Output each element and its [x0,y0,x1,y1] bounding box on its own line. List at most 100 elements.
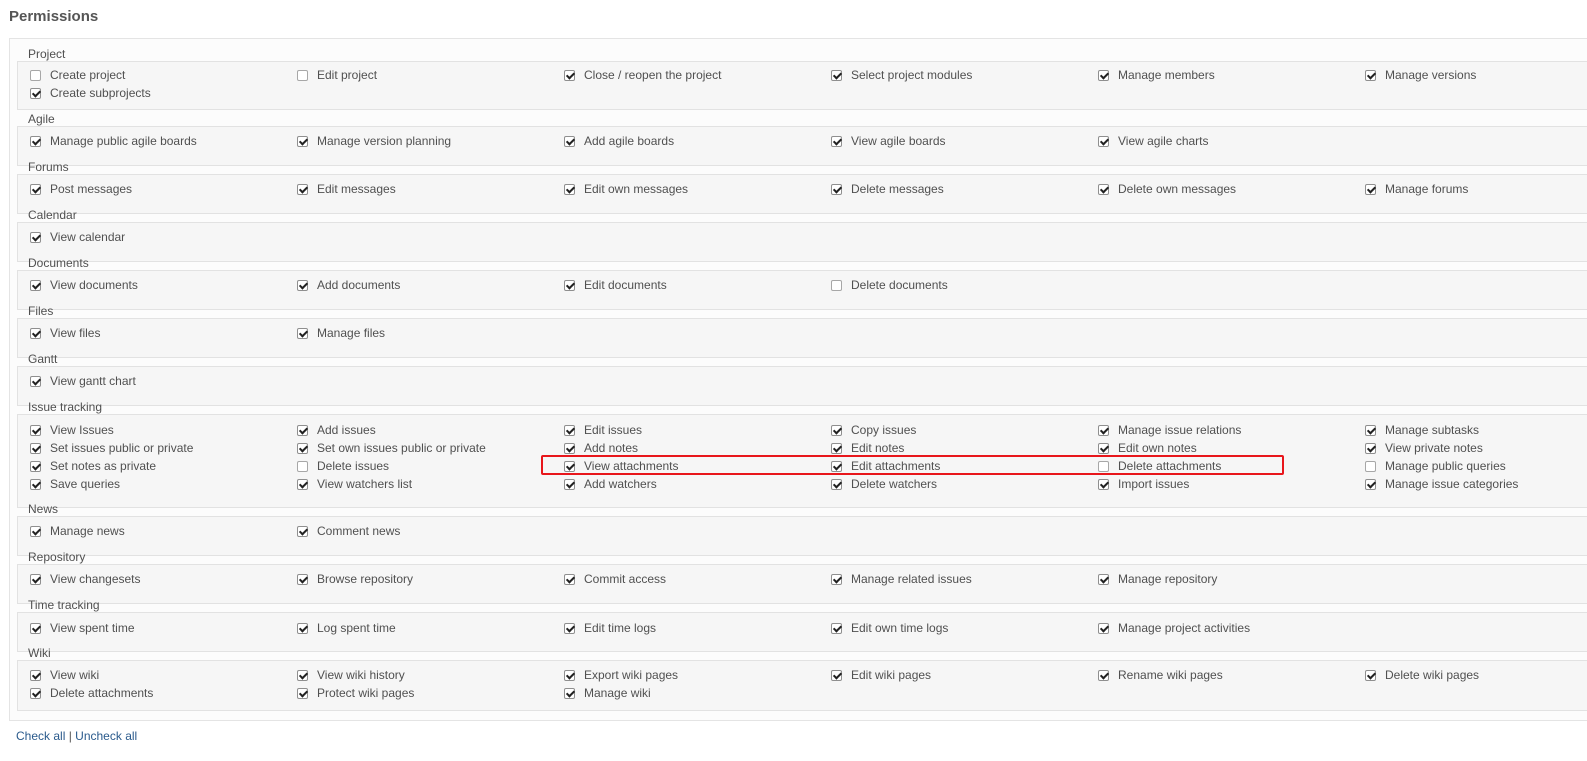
permission-option[interactable]: View documents [30,276,138,294]
permission-option[interactable]: Delete wiki pages [1365,666,1479,684]
checkbox-checked[interactable] [1098,69,1109,81]
permission-option[interactable]: View calendar [30,228,125,246]
permission-option[interactable]: Manage versions [1365,66,1476,84]
permission-option[interactable]: Add documents [297,276,400,294]
checkbox-checked[interactable] [564,669,575,681]
checkbox-checked[interactable] [30,460,41,472]
checkbox-checked[interactable] [831,478,842,490]
permission-option[interactable]: Manage forums [1365,180,1468,198]
permission-option[interactable]: Manage subtasks [1365,421,1479,439]
permission-option[interactable]: Protect wiki pages [297,684,414,702]
checkbox-unchecked[interactable] [1098,460,1109,472]
checkbox-checked[interactable] [564,687,575,699]
permission-option[interactable]: Delete attachments [1098,457,1221,475]
permission-option[interactable]: Manage wiki [564,684,651,702]
checkbox-checked[interactable] [1098,424,1109,436]
permission-option[interactable]: Select project modules [831,66,972,84]
permission-option[interactable]: Manage related issues [831,570,972,588]
permission-option[interactable]: Edit time logs [564,619,656,637]
checkbox-unchecked[interactable] [297,69,308,81]
permission-option[interactable]: Add watchers [564,475,657,493]
checkbox-checked[interactable] [297,687,308,699]
checkbox-checked[interactable] [564,442,575,454]
checkbox-checked[interactable] [30,622,41,634]
permission-option[interactable]: Set notes as private [30,457,156,475]
permission-option[interactable]: Edit issues [564,421,642,439]
permission-option[interactable]: Delete issues [297,457,389,475]
check-all-link[interactable]: Check all [16,729,65,743]
checkbox-unchecked[interactable] [1365,460,1376,472]
checkbox-checked[interactable] [297,327,308,339]
checkbox-checked[interactable] [1098,478,1109,490]
checkbox-checked[interactable] [1098,442,1109,454]
permission-option[interactable]: Browse repository [297,570,413,588]
checkbox-checked[interactable] [30,327,41,339]
checkbox-checked[interactable] [1365,669,1376,681]
permission-option[interactable]: Rename wiki pages [1098,666,1223,684]
uncheck-all-link[interactable]: Uncheck all [75,729,137,743]
permission-option[interactable]: Post messages [30,180,132,198]
permission-option[interactable]: Create subprojects [30,84,151,102]
permission-option[interactable]: Delete messages [831,180,944,198]
checkbox-unchecked[interactable] [30,69,41,81]
checkbox-checked[interactable] [564,478,575,490]
checkbox-checked[interactable] [564,279,575,291]
permission-option[interactable]: Edit project [297,66,377,84]
permission-option[interactable]: Edit messages [297,180,396,198]
checkbox-checked[interactable] [831,69,842,81]
checkbox-checked[interactable] [30,525,41,537]
checkbox-checked[interactable] [30,442,41,454]
checkbox-checked[interactable] [30,687,41,699]
checkbox-checked[interactable] [297,442,308,454]
checkbox-checked[interactable] [564,460,575,472]
checkbox-checked[interactable] [297,573,308,585]
permission-option[interactable]: Edit own notes [1098,439,1197,457]
checkbox-checked[interactable] [831,573,842,585]
checkbox-checked[interactable] [831,442,842,454]
checkbox-checked[interactable] [564,135,575,147]
permission-option[interactable]: Copy issues [831,421,916,439]
checkbox-checked[interactable] [30,375,41,387]
checkbox-checked[interactable] [831,622,842,634]
permission-option[interactable]: Edit wiki pages [831,666,931,684]
permission-option[interactable]: Close / reopen the project [564,66,721,84]
checkbox-checked[interactable] [297,424,308,436]
permission-option[interactable]: View watchers list [297,475,412,493]
checkbox-checked[interactable] [30,478,41,490]
permission-option[interactable]: Manage members [1098,66,1215,84]
permission-option[interactable]: Edit attachments [831,457,940,475]
checkbox-checked[interactable] [1098,135,1109,147]
checkbox-checked[interactable] [831,669,842,681]
permission-option[interactable]: Log spent time [297,619,396,637]
permission-option[interactable]: Edit own time logs [831,619,948,637]
permission-option[interactable]: View agile boards [831,132,946,150]
checkbox-checked[interactable] [30,231,41,243]
checkbox-checked[interactable] [1098,573,1109,585]
permission-option[interactable]: Manage issue relations [1098,421,1241,439]
checkbox-checked[interactable] [297,669,308,681]
permission-option[interactable]: Manage public queries [1365,457,1506,475]
checkbox-unchecked[interactable] [831,279,842,291]
permission-option[interactable]: View private notes [1365,439,1483,457]
checkbox-checked[interactable] [297,279,308,291]
permission-option[interactable]: Manage version planning [297,132,451,150]
checkbox-checked[interactable] [831,135,842,147]
checkbox-checked[interactable] [1365,478,1376,490]
permission-option[interactable]: Add agile boards [564,132,674,150]
checkbox-checked[interactable] [30,573,41,585]
checkbox-checked[interactable] [297,183,308,195]
permission-option[interactable]: Add notes [564,439,638,457]
permission-option[interactable]: Manage project activities [1098,619,1250,637]
permission-option[interactable]: Export wiki pages [564,666,678,684]
permission-option[interactable]: Comment news [297,522,400,540]
permission-option[interactable]: Manage issue categories [1365,475,1518,493]
permission-option[interactable]: Delete documents [831,276,948,294]
checkbox-checked[interactable] [1365,69,1376,81]
checkbox-checked[interactable] [1365,183,1376,195]
permission-option[interactable]: View Issues [30,421,114,439]
permission-option[interactable]: Edit documents [564,276,667,294]
permission-option[interactable]: Manage public agile boards [30,132,197,150]
checkbox-checked[interactable] [1365,424,1376,436]
checkbox-checked[interactable] [30,183,41,195]
checkbox-checked[interactable] [30,135,41,147]
